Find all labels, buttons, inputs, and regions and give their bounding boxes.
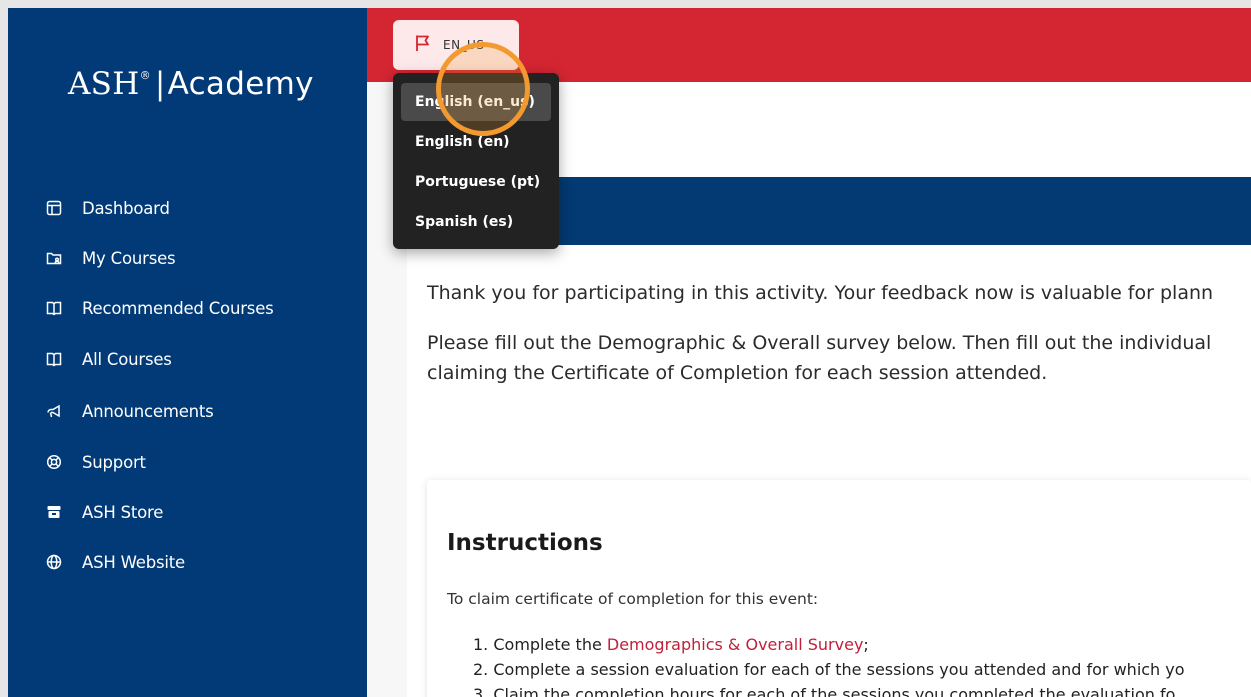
survey-paragraph: Please fill out the Demographic & Overal… xyxy=(427,328,1211,388)
brand-academy: Academy xyxy=(167,66,314,102)
folder-user-icon xyxy=(46,248,70,268)
sidebar: ASH® |Academy Dashboard My Courses Recomm… xyxy=(8,8,367,697)
sidebar-item-label: ASH Website xyxy=(82,552,185,572)
sidebar-item-label: Announcements xyxy=(82,401,214,421)
top-bar: EN_US xyxy=(367,8,1251,82)
demographics-survey-link[interactable]: Demographics & Overall Survey xyxy=(607,635,864,654)
sidebar-item-label: Support xyxy=(82,452,146,472)
language-option-es[interactable]: Spanish (es) xyxy=(401,203,551,241)
book-open-icon xyxy=(46,349,70,369)
step-1-prefix: 1. Complete the xyxy=(473,635,607,654)
language-selector-button[interactable]: EN_US xyxy=(393,20,519,70)
dashboard-icon xyxy=(46,198,70,218)
sidebar-item-all-courses[interactable]: All Courses xyxy=(46,346,172,372)
language-option-en-us[interactable]: English (en_us) xyxy=(401,83,551,121)
store-icon xyxy=(46,502,70,522)
sidebar-item-label: Dashboard xyxy=(82,198,170,218)
instruction-step-1: 1. Complete the Demographics & Overall S… xyxy=(473,635,869,655)
brand-separator: | xyxy=(154,66,166,102)
sidebar-item-ash-store[interactable]: ASH Store xyxy=(46,499,163,525)
book-open-icon xyxy=(46,298,70,318)
survey-paragraph-line-2: claiming the Certificate of Completion f… xyxy=(427,362,1048,384)
instructions-title: Instructions xyxy=(447,530,603,556)
brand-logo[interactable]: ASH® |Academy xyxy=(68,66,314,102)
sidebar-item-label: Recommended Courses xyxy=(82,298,274,318)
instruction-step-2: 2. Complete a session evaluation for eac… xyxy=(473,660,1185,679)
sidebar-item-label: All Courses xyxy=(82,349,172,369)
language-option-pt[interactable]: Portuguese (pt) xyxy=(401,163,551,201)
instruction-step-3: 3. Claim the completion hours for each o… xyxy=(473,685,1176,697)
sidebar-item-label: ASH Store xyxy=(82,502,164,522)
language-dropdown-menu: English (en_us) English (en) Portuguese … xyxy=(393,73,559,249)
globe-icon xyxy=(46,552,70,572)
sidebar-item-support[interactable]: Support xyxy=(46,449,146,475)
instructions-subtitle: To claim certificate of completion for t… xyxy=(447,590,819,608)
language-option-en[interactable]: English (en) xyxy=(401,123,551,161)
intro-paragraph: Thank you for participating in this acti… xyxy=(427,282,1214,304)
step-1-suffix: ; xyxy=(863,635,869,654)
sidebar-item-ash-website[interactable]: ASH Website xyxy=(46,549,185,575)
sidebar-item-recommended-courses[interactable]: Recommended Courses xyxy=(46,295,274,321)
sidebar-item-label: My Courses xyxy=(82,248,176,268)
sidebar-item-announcements[interactable]: Announcements xyxy=(46,398,214,424)
language-code: EN_US xyxy=(443,38,485,52)
sidebar-item-my-courses[interactable]: My Courses xyxy=(46,245,176,271)
sidebar-item-dashboard[interactable]: Dashboard xyxy=(46,195,170,221)
brand-ash: ASH xyxy=(68,66,140,102)
survey-paragraph-line-1: Please fill out the Demographic & Overal… xyxy=(427,332,1212,354)
instructions-panel: Instructions To claim certificate of com… xyxy=(427,480,1251,697)
app-window: ASH® |Academy Dashboard My Courses Recomm… xyxy=(8,8,1251,697)
flag-icon xyxy=(413,33,433,57)
lifebuoy-icon xyxy=(46,452,70,472)
megaphone-icon xyxy=(46,401,70,421)
brand-registered-mark: ® xyxy=(139,69,151,82)
